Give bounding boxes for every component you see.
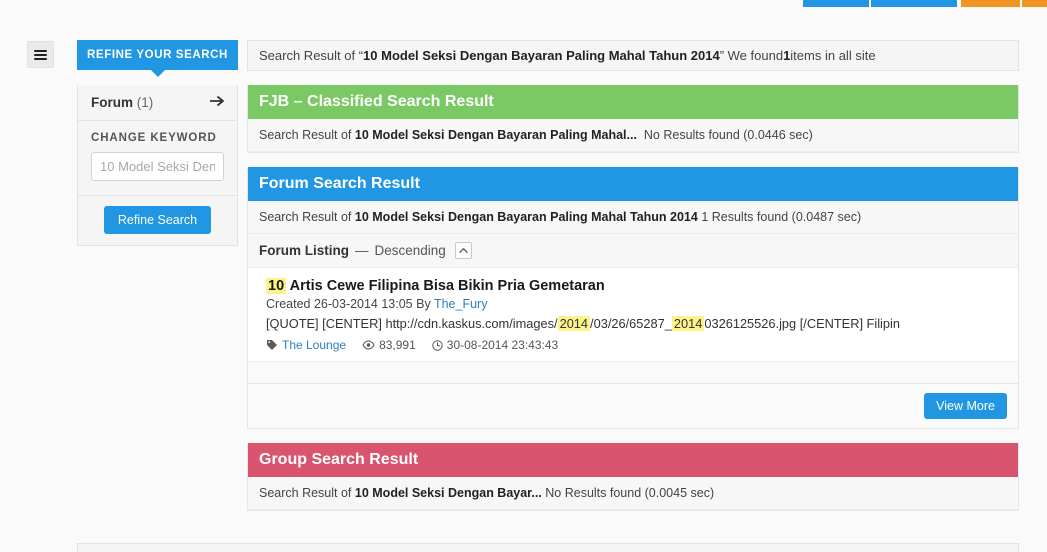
forum-result-item[interactable]: 10 Artis Cewe Filipina Bisa Bikin Pria G… bbox=[248, 268, 1018, 361]
forum-listing-bar: Forum Listing — Descending bbox=[248, 234, 1018, 268]
forum-listing-order: Descending bbox=[374, 243, 446, 258]
clock-icon bbox=[432, 339, 443, 351]
fjb-card-header: FJB – Classified Search Result bbox=[248, 85, 1018, 119]
group-card-subtitle: Search Result of 10 Model Seksi Dengan B… bbox=[248, 477, 1018, 510]
top-strip-orange-button-2[interactable] bbox=[1022, 0, 1047, 7]
thread-views-count: 83,991 bbox=[379, 338, 416, 352]
forum-card-header: Forum Search Result bbox=[248, 167, 1018, 201]
arrow-right-icon bbox=[209, 95, 225, 110]
top-button-strip bbox=[0, 0, 1047, 7]
view-more-button[interactable]: View More bbox=[924, 393, 1007, 419]
forum-sub-prefix: Search Result of bbox=[259, 210, 355, 224]
group-card-header: Group Search Result bbox=[248, 443, 1018, 477]
forum-sub-status: 1 Results found (0.0487 sec) bbox=[701, 210, 862, 224]
sidebar-facet-forum[interactable]: Forum (1) bbox=[78, 85, 237, 121]
fjb-sub-status: No Results found (0.0446 sec) bbox=[643, 128, 813, 142]
thread-views: 83,991 bbox=[362, 338, 416, 352]
menu-toggle-button[interactable] bbox=[27, 41, 54, 68]
fjb-card-title: FJB – Classified Search Result bbox=[259, 93, 494, 110]
forum-card-title: Forum Search Result bbox=[259, 175, 420, 192]
chevron-up-icon[interactable] bbox=[454, 242, 472, 259]
summary-query: 10 Model Seksi Dengan Bayaran Paling Mah… bbox=[363, 48, 720, 63]
eye-icon bbox=[362, 340, 375, 350]
refine-button-row: Refine Search bbox=[78, 196, 237, 245]
change-keyword-block: CHANGE KEYWORD bbox=[78, 121, 237, 196]
group-sub-status: No Results found (0.0045 sec) bbox=[545, 486, 715, 500]
thread-snippet: [QUOTE] [CENTER] http://cdn.kaskus.com/i… bbox=[266, 316, 1007, 331]
thread-time-value: 30-08-2014 23:43:43 bbox=[446, 338, 559, 352]
summary-middle: ” We found bbox=[719, 48, 784, 63]
thread-tag-label[interactable]: The Lounge bbox=[282, 338, 346, 352]
refine-search-sidebar: REFINE YOUR SEARCH Forum (1) CHANGE KEYW… bbox=[77, 40, 238, 246]
thread-time: 30-08-2014 23:43:43 bbox=[432, 338, 558, 352]
group-search-result-card: Group Search Result Search Result of 10 … bbox=[247, 443, 1019, 511]
snippet-highlight-2: 2014 bbox=[671, 316, 705, 331]
keyword-input[interactable] bbox=[91, 152, 224, 181]
fjb-search-result-card: FJB – Classified Search Result Search Re… bbox=[247, 85, 1019, 153]
refine-your-search-tab[interactable]: REFINE YOUR SEARCH bbox=[77, 40, 238, 77]
change-keyword-label: CHANGE KEYWORD bbox=[91, 132, 217, 144]
thread-title[interactable]: 10 Artis Cewe Filipina Bisa Bikin Pria G… bbox=[266, 278, 1007, 294]
top-strip-blue-button-1[interactable] bbox=[803, 0, 869, 7]
forum-sub-query: 10 Model Seksi Dengan Bayaran Paling Mah… bbox=[354, 210, 698, 224]
forum-card-subtitle: Search Result of 10 Model Seksi Dengan B… bbox=[248, 201, 1018, 234]
facet-count: (1) bbox=[136, 95, 154, 110]
fjb-card-subtitle: Search Result of 10 Model Seksi Dengan B… bbox=[248, 119, 1018, 152]
thread-title-rest: Artis Cewe Filipina Bisa Bikin Pria Geme… bbox=[289, 278, 605, 294]
thread-author-link[interactable]: The_Fury bbox=[434, 297, 488, 311]
snippet-part-1: [QUOTE] [CENTER] http://cdn.kaskus.com/i… bbox=[266, 316, 558, 331]
summary-prefix: Search Result of “ bbox=[259, 48, 364, 63]
thread-list-spacer bbox=[248, 361, 1018, 383]
thread-created-prefix: Created 26-03-2014 13:05 By bbox=[266, 297, 434, 311]
search-summary-bar: Search Result of “10 Model Seksi Dengan … bbox=[247, 40, 1019, 71]
forum-search-result-card: Forum Search Result Search Result of 10 … bbox=[247, 167, 1019, 429]
summary-suffix: items in all site bbox=[790, 48, 876, 63]
thread-created-line: Created 26-03-2014 13:05 By The_Fury bbox=[266, 297, 1007, 311]
forum-listing-dash: — bbox=[355, 243, 369, 258]
view-more-row: View More bbox=[248, 383, 1018, 428]
next-section-stub bbox=[77, 543, 1019, 552]
refine-panel: Forum (1) CHANGE KEYWORD Refine Search bbox=[77, 85, 238, 246]
summary-count: 1 bbox=[783, 48, 791, 63]
facet-label: Forum bbox=[91, 95, 133, 110]
fjb-sub-query: 10 Model Seksi Dengan Bayaran Paling Mah… bbox=[354, 128, 637, 142]
refine-search-button[interactable]: Refine Search bbox=[103, 206, 212, 234]
thread-meta-row: The Lounge 83,991 30-08-2014 23:43:43 bbox=[266, 338, 1007, 352]
snippet-highlight-1: 2014 bbox=[557, 316, 591, 331]
snippet-part-3: 0326125526.jpg [/CENTER] Filipin bbox=[704, 316, 900, 331]
fjb-sub-prefix: Search Result of bbox=[259, 128, 355, 142]
thread-title-highlight: 10 bbox=[266, 278, 287, 294]
snippet-part-2: /03/26/65287_ bbox=[590, 316, 672, 331]
group-sub-prefix: Search Result of bbox=[259, 486, 355, 500]
thread-tag[interactable]: The Lounge bbox=[266, 338, 346, 352]
group-sub-query: 10 Model Seksi Dengan Bayar... bbox=[354, 486, 542, 500]
forum-listing-label: Forum Listing bbox=[259, 243, 349, 258]
refine-tab-label: REFINE YOUR SEARCH bbox=[87, 49, 228, 61]
group-card-title: Group Search Result bbox=[259, 451, 419, 468]
top-strip-orange-button-1[interactable] bbox=[961, 0, 1020, 7]
top-strip-blue-button-2[interactable] bbox=[871, 0, 957, 7]
tag-icon bbox=[266, 339, 278, 351]
hamburger-icon bbox=[34, 48, 47, 62]
search-results-content: Search Result of “10 Model Seksi Dengan … bbox=[247, 40, 1019, 511]
